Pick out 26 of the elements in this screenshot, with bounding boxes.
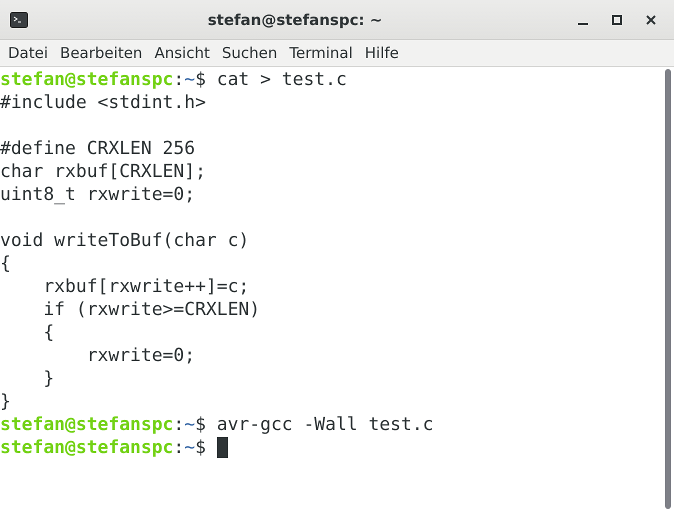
maximize-icon[interactable] xyxy=(612,14,622,24)
terminal-line: { xyxy=(0,252,11,275)
window-title: stefan@stefanspc: ~ xyxy=(206,10,384,28)
scrollbar-thumb[interactable] xyxy=(665,69,671,509)
menu-item[interactable]: Hilfe xyxy=(358,44,405,62)
terminal-line: rxwrite=0; xyxy=(86,344,196,367)
menu-item[interactable]: Terminal xyxy=(283,44,359,62)
terminal-line: uint8_t rxwrite=0; xyxy=(0,183,196,206)
terminal-line: rxbuf[rxwrite++]=c; xyxy=(42,275,250,298)
terminal-line: { xyxy=(42,321,54,344)
terminal-line: #define CRXLEN 256 xyxy=(0,137,196,160)
terminal-line: char rxbuf[CRXLEN]; xyxy=(0,160,206,183)
terminal-icon xyxy=(10,12,28,28)
prompt-line: stefan@stefanspc:~$ cat > test.c xyxy=(0,68,347,91)
terminal-line: void writeToBuf(char c) xyxy=(0,229,250,252)
terminal-line: } xyxy=(0,390,11,413)
menu-item[interactable]: Datei xyxy=(2,44,54,62)
menu-item[interactable]: Bearbeiten xyxy=(54,44,148,62)
prompt-line: stefan@stefanspc:~$ xyxy=(0,436,206,459)
close-icon[interactable] xyxy=(646,14,656,24)
terminal-line: #include <stdint.h> xyxy=(0,91,206,114)
terminal-line: } xyxy=(42,367,54,390)
menu-item[interactable]: Ansicht xyxy=(148,44,216,62)
terminal-line: if (rxwrite>=CRXLEN) xyxy=(42,298,260,321)
prompt-line: stefan@stefanspc:~$ avr-gcc -Wall test.c xyxy=(0,413,434,436)
menu-item[interactable]: Suchen xyxy=(216,44,284,62)
